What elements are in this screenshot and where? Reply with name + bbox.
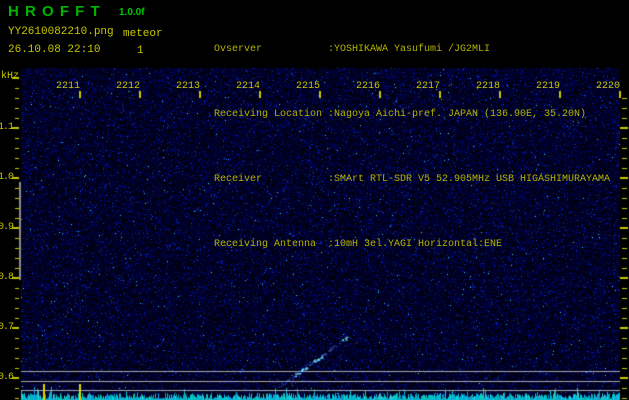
freq-tick-label: 0.7 — [0, 322, 14, 333]
datetime-label: 26.10.08 22:10 — [8, 44, 101, 56]
observation-info: Ovserver :YOSHIKAWA Yasufumi /JG2MLI Rece… — [178, 4, 610, 290]
observer-row: Ovserver :YOSHIKAWA Yasufumi /JG2MLI — [178, 30, 610, 69]
time-tick-label: 2214 — [235, 81, 260, 92]
receiving-antenna-value: :10mH 3el.YAGI Horizontal:ENE — [328, 239, 503, 250]
receiving-location-value: :Nagoya Aichi-pref. JAPAN (136.90E, 35.2… — [328, 109, 587, 120]
time-tick-label: 2213 — [175, 81, 200, 92]
freq-tick-label: 0.8 — [0, 272, 14, 283]
time-tick-label: 2217 — [415, 81, 440, 92]
time-tick-label: 2212 — [115, 81, 140, 92]
time-tick-label: 2219 — [535, 81, 560, 92]
receiving-location-row: Receiving Location :Nagoya Aichi-pref. JA… — [178, 95, 610, 134]
receiving-antenna-row: Receiving Antenna :10mH 3el.YAGI Horizont… — [178, 225, 610, 264]
app-title: H R O F F T — [8, 3, 101, 20]
freq-tick-label: 1.1 — [0, 122, 14, 133]
time-tick-label: 2216 — [355, 81, 380, 92]
time-tick-label: 2220 — [595, 81, 620, 92]
time-tick-label: 2211 — [55, 81, 80, 92]
receiver-label: Receiver — [214, 174, 263, 185]
receiving-location-label: Receiving Location — [214, 109, 323, 120]
freq-tick-label: 0.6 — [0, 372, 14, 383]
observer-label: Ovserver — [214, 44, 263, 55]
freq-tick-label: 1.0 — [0, 172, 14, 183]
time-tick-label: 2215 — [295, 81, 320, 92]
meteor-count: 1 — [137, 45, 144, 57]
receiver-value: :SMArt RTL-SDR V5 52.905MHz USB HIGASHIM… — [328, 174, 611, 185]
output-filename: YY2610082210.png — [8, 26, 114, 38]
mode-label: meteor — [123, 28, 163, 40]
receiving-antenna-label: Receiving Antenna — [214, 239, 317, 250]
hrofft-window: H R O F F T 1.0.0f YY2610082210.png mete… — [0, 0, 629, 400]
freq-unit-label: kHz — [1, 71, 20, 82]
app-version: 1.0.0f — [119, 7, 145, 18]
observer-value: :YOSHIKAWA Yasufumi /JG2MLI — [328, 44, 491, 55]
time-tick-label: 2218 — [475, 81, 500, 92]
freq-tick-label: 0.9 — [0, 222, 14, 233]
receiver-row: Receiver :SMArt RTL-SDR V5 52.905MHz USB … — [178, 160, 610, 199]
